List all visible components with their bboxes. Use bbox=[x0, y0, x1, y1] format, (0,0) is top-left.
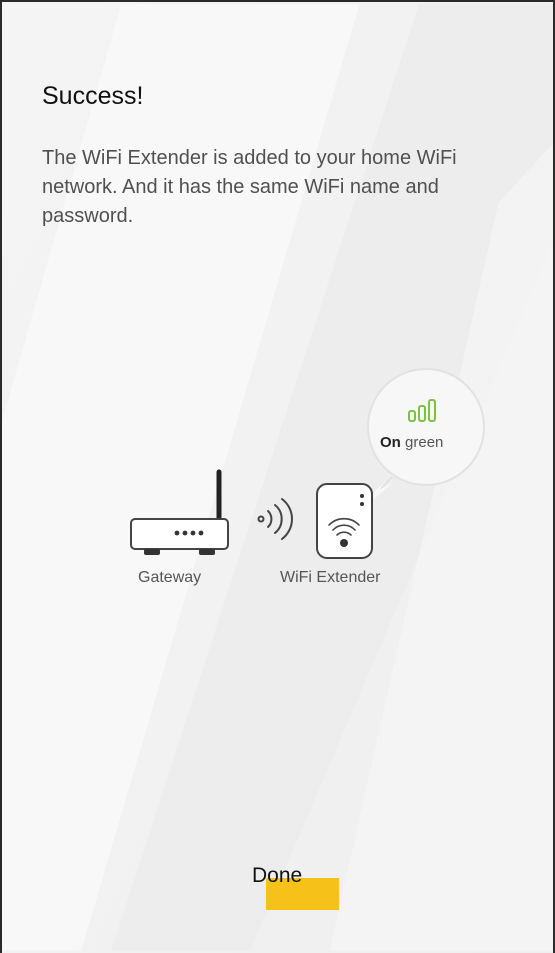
gateway-label: Gateway bbox=[138, 569, 202, 586]
wifi-extender-icon bbox=[316, 483, 373, 559]
led-status-text: On green bbox=[380, 434, 443, 451]
led-status-color: green bbox=[405, 434, 444, 451]
connection-diagram bbox=[130, 368, 485, 559]
wireless-signal-icon bbox=[257, 498, 293, 540]
app-screen: Success! The WiFi Extender is added to y… bbox=[0, 0, 555, 953]
extender-label: WiFi Extender bbox=[280, 569, 381, 586]
done-button[interactable]: Done bbox=[252, 864, 302, 888]
gateway-icon bbox=[130, 469, 229, 555]
led-status-on: On bbox=[380, 434, 401, 451]
